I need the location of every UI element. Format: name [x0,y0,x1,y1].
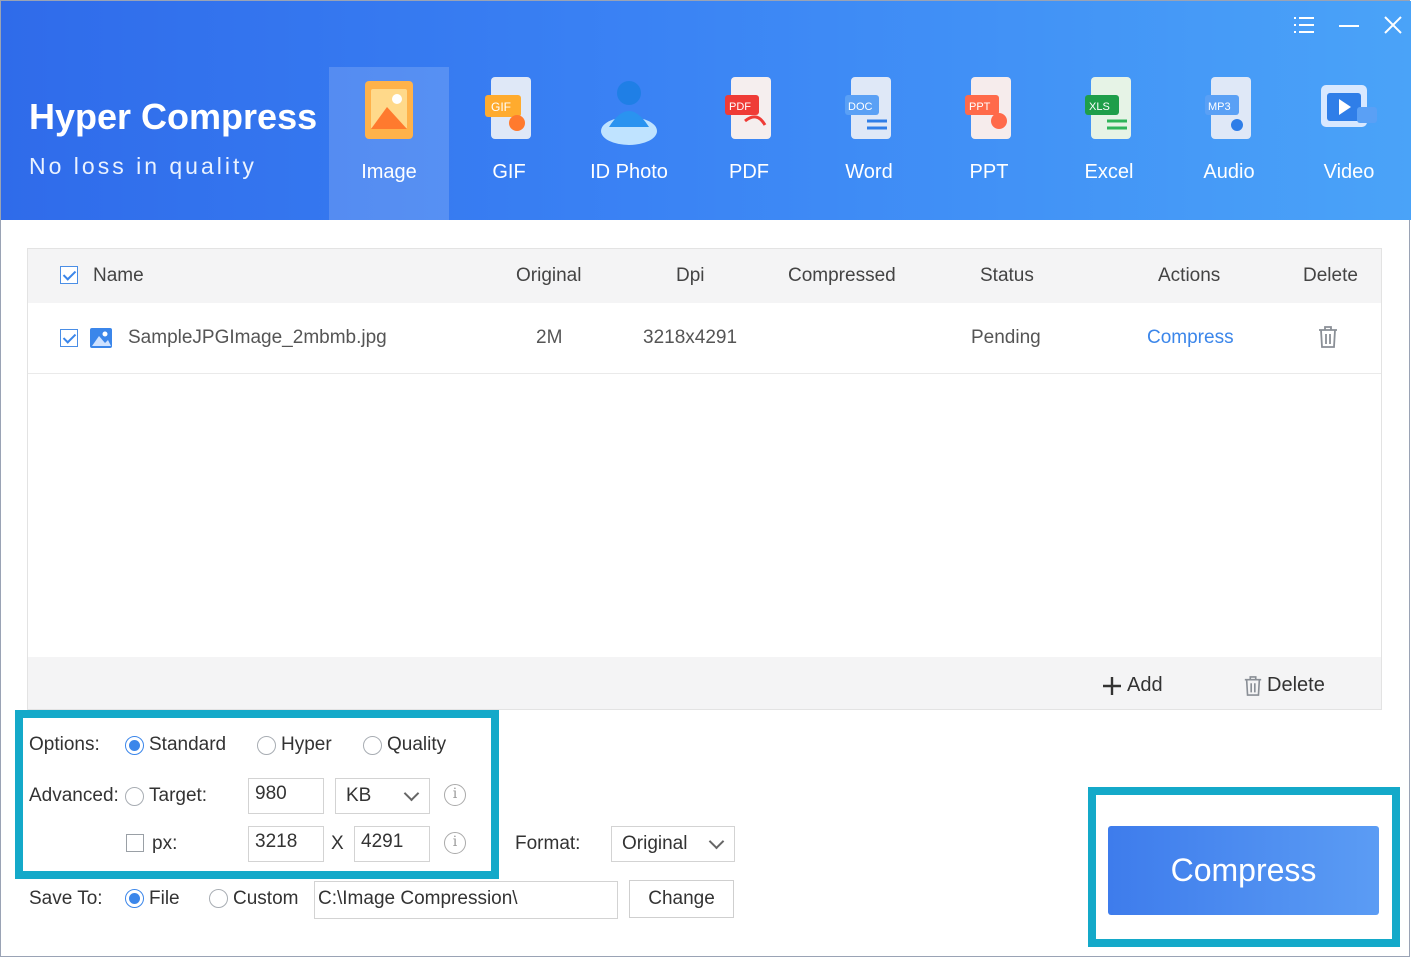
file-table: Name Original Dpi Compressed Status Acti… [27,248,1382,710]
tab-pdf[interactable]: PDF PDF [689,67,809,220]
id-photo-icon [601,81,657,145]
app-window: Hyper Compress No loss in quality Image [0,0,1411,957]
tab-label: PPT [969,161,1009,183]
close-icon[interactable] [1378,11,1408,39]
svg-text:PDF: PDF [729,101,751,113]
save-custom-radio[interactable] [209,889,228,908]
trash-icon[interactable] [1317,325,1339,349]
file-name: SampleJPGImage_2mbmb.jpg [128,327,387,348]
column-status: Status [980,265,1034,286]
tab-label: GIF [492,161,526,183]
save-file-label: File [149,888,180,909]
file-status: Pending [971,327,1041,348]
gif-icon: GIF [485,77,531,139]
tab-label: Excel [1084,161,1134,183]
menu-icon[interactable] [1289,11,1319,39]
minimize-icon[interactable] [1334,11,1364,39]
table-header: Name Original Dpi Compressed Status Acti… [28,249,1381,303]
tab-image[interactable]: Image [329,67,449,220]
svg-text:XLS: XLS [1089,101,1110,113]
header-bar: Hyper Compress No loss in quality Image [1,1,1411,220]
column-original: Original [516,265,582,286]
tab-label: Word [845,161,893,183]
file-dpi: 3218x4291 [643,327,738,348]
image-file-icon [90,328,112,348]
format-value: Original [622,833,688,854]
trash-icon [1244,675,1262,696]
column-actions: Actions [1158,265,1221,286]
row-checkbox[interactable] [60,329,78,347]
svg-text:GIF: GIF [491,100,511,114]
save-file-radio[interactable] [125,889,144,908]
word-icon: DOC [845,77,891,139]
tab-label: ID Photo [590,161,668,183]
save-custom-label: Custom [233,888,299,909]
add-label: Add [1127,674,1163,696]
save-to-label: Save To: [29,888,103,909]
plus-icon [1103,676,1121,695]
svg-text:MP3: MP3 [1208,101,1231,113]
file-original-size: 2M [536,327,563,348]
video-icon [1321,85,1377,127]
tab-ppt[interactable]: PPT PPT [929,67,1049,220]
tab-label: PDF [729,161,769,183]
chevron-down-icon [708,833,725,850]
column-compressed: Compressed [788,265,896,286]
svg-text:DOC: DOC [848,101,873,113]
svg-text:PPT: PPT [969,101,991,113]
table-footer: Add Delete [28,657,1381,709]
format-select[interactable]: Original [611,826,735,862]
tab-audio[interactable]: MP3 Audio [1169,67,1289,220]
column-name: Name [93,265,144,286]
pdf-icon: PDF [725,77,771,139]
audio-icon: MP3 [1205,77,1251,139]
change-button[interactable]: Change [629,880,734,918]
image-icon [365,81,413,139]
format-label: Format: [515,833,581,854]
tab-label: Video [1323,161,1375,183]
save-path-input[interactable]: C:\Image Compression\ [314,881,618,919]
tab-label: Image [361,161,417,183]
row-compress-link[interactable]: Compress [1147,327,1234,349]
compress-button[interactable]: Compress [1108,826,1379,915]
tab-word[interactable]: DOC Word [809,67,929,220]
delete-all-button[interactable]: Delete [1243,674,1325,697]
app-subtitle: No loss in quality [29,153,257,179]
tab-excel[interactable]: XLS Excel [1049,67,1169,220]
table-row[interactable]: SampleJPGImage_2mbmb.jpg 2M 3218x4291 Pe… [28,303,1381,374]
excel-icon: XLS [1085,77,1131,139]
options-highlight [15,710,499,879]
delete-label: Delete [1267,674,1325,696]
tab-gif[interactable]: GIF GIF [449,67,569,220]
tab-id-photo[interactable]: ID Photo [569,67,689,220]
app-title: Hyper Compress [29,96,318,137]
ppt-icon: PPT [965,77,1011,139]
column-delete: Delete [1303,265,1358,286]
add-button[interactable]: Add [1101,674,1163,697]
tab-label: Audio [1203,161,1255,183]
column-dpi: Dpi [676,265,705,286]
tab-video[interactable]: Video [1289,67,1409,220]
select-all-checkbox[interactable] [60,266,78,284]
